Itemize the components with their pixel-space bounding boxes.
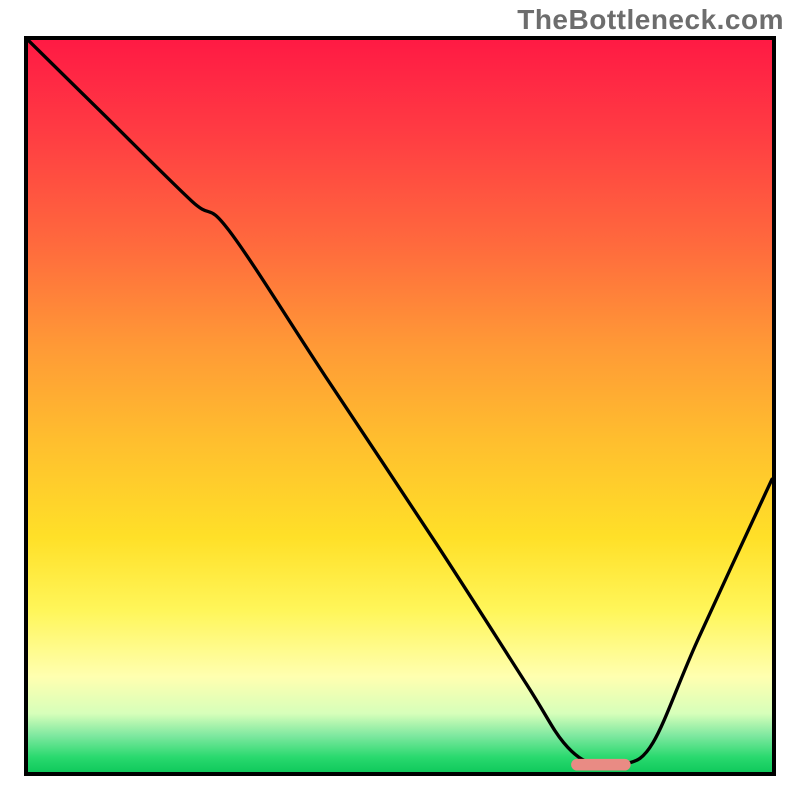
curve-layer [28, 40, 772, 772]
watermark-text: TheBottleneck.com [517, 4, 784, 36]
plot-frame [24, 36, 776, 776]
minimum-band-marker [571, 759, 631, 771]
chart-stage: TheBottleneck.com [0, 0, 800, 800]
bottleneck-curve [28, 40, 772, 767]
